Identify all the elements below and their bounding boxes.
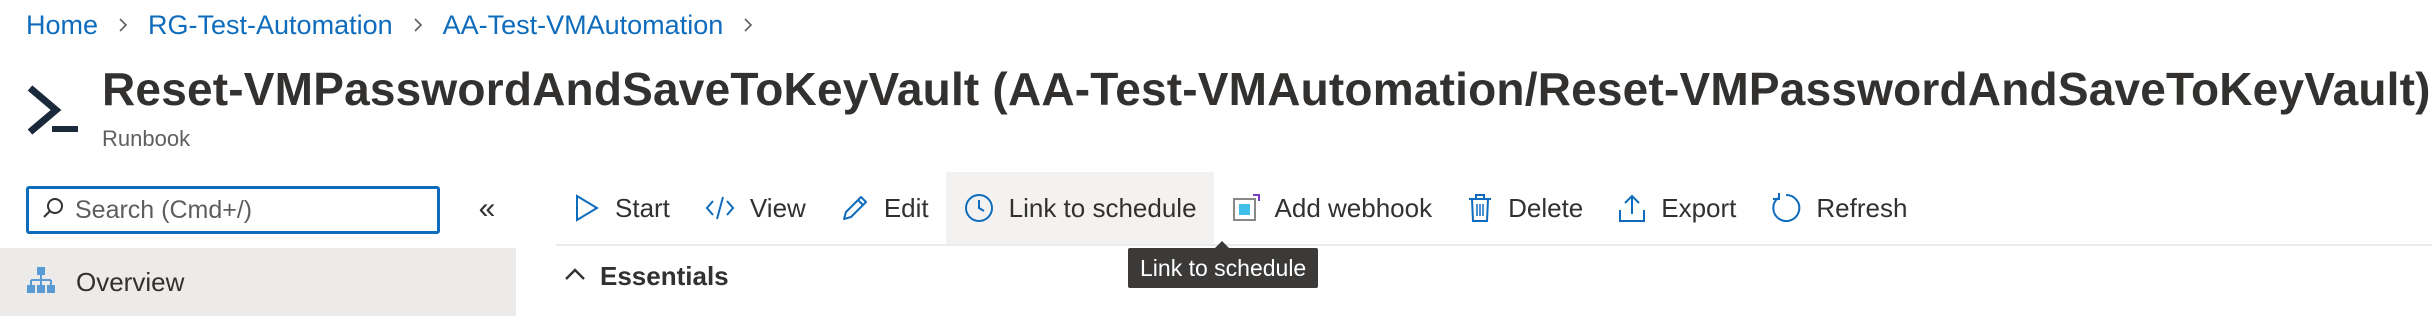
add-webhook-button[interactable]: Add webhook (1214, 172, 1450, 244)
runbook-page: Home RG-Test-Automation AA-Test-VMAutoma… (0, 0, 2432, 316)
collapse-sidebar-button[interactable]: « (470, 192, 504, 226)
toolbar-divider (556, 244, 2432, 246)
chevron-up-icon (564, 267, 586, 286)
chevron-right-icon (741, 18, 755, 32)
pencil-icon (840, 193, 870, 223)
sidebar-item-overview[interactable]: Overview (0, 248, 516, 316)
export-button[interactable]: Export (1600, 172, 1753, 244)
chevron-right-icon (116, 18, 130, 32)
webhook-icon (1231, 193, 1261, 223)
edit-button[interactable]: Edit (823, 172, 946, 244)
link-to-schedule-button-label: Link to schedule (1008, 192, 1197, 223)
overview-hierarchy-icon (26, 265, 56, 300)
view-button-label: View (749, 192, 806, 223)
add-webhook-button-label: Add webhook (1274, 192, 1433, 223)
edit-button-label: Edit (883, 192, 929, 223)
tooltip: Link to schedule (1128, 241, 1319, 288)
breadcrumb: Home RG-Test-Automation AA-Test-VMAutoma… (26, 8, 755, 42)
breadcrumb-automation-account[interactable]: AA-Test-VMAutomation (443, 10, 724, 41)
refresh-button-label: Refresh (1816, 192, 1908, 223)
search-box (26, 186, 440, 234)
trash-icon (1466, 192, 1494, 224)
search-icon (41, 196, 65, 225)
clock-icon (963, 192, 995, 224)
refresh-button[interactable]: Refresh (1753, 172, 1924, 244)
code-icon (704, 194, 736, 222)
export-button-label: Export (1661, 192, 1737, 223)
page-title: Reset-VMPasswordAndSaveToKeyVault (AA-Te… (102, 63, 2431, 115)
essentials-label: Essentials (600, 260, 729, 291)
start-button[interactable]: Start (556, 172, 687, 244)
breadcrumb-home[interactable]: Home (26, 10, 98, 41)
essentials-toggle[interactable]: Essentials (564, 256, 729, 296)
chevron-right-icon (411, 18, 425, 32)
start-button-label: Start (615, 192, 670, 223)
powershell-runbook-icon (26, 82, 82, 138)
link-to-schedule-button[interactable]: Link to schedule (945, 172, 1214, 244)
page-subtitle: Runbook (102, 126, 191, 151)
sidebar-item-label: Overview (76, 266, 185, 297)
refresh-icon (1770, 192, 1802, 224)
breadcrumb-resource-group[interactable]: RG-Test-Automation (148, 10, 393, 41)
play-icon (573, 193, 601, 223)
command-bar: Start View Edit Link to schedule Add web… (556, 172, 1924, 244)
delete-button-label: Delete (1508, 192, 1584, 223)
delete-button[interactable]: Delete (1449, 172, 1600, 244)
search-input[interactable] (73, 194, 407, 226)
view-button[interactable]: View (687, 172, 823, 244)
export-icon (1617, 192, 1647, 224)
